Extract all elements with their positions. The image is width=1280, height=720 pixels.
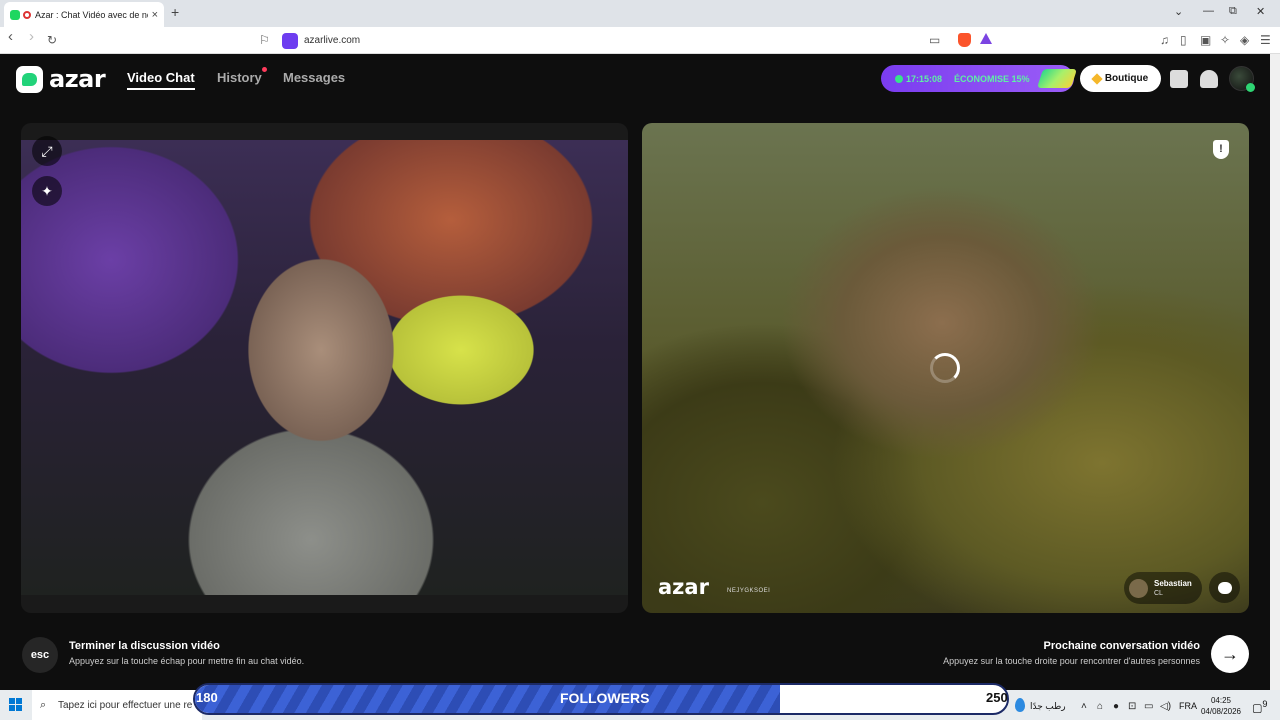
logo-text: azar xyxy=(49,65,106,93)
azar-watermark: azar xyxy=(658,575,709,599)
site-icon xyxy=(282,32,298,49)
bell-icon[interactable] xyxy=(1200,70,1218,88)
history-notification-dot xyxy=(261,67,267,72)
end-chat-button[interactable]: esc xyxy=(22,637,58,673)
page-scrollbar[interactable] xyxy=(1270,54,1280,690)
microphone-icon[interactable]: ● xyxy=(1113,701,1119,712)
meet-now-icon[interactable]: ⌂ xyxy=(1097,701,1103,712)
tab-title: Azar : Chat Vidéo avec de no xyxy=(35,9,148,20)
next-chat-title: Prochaine conversation vidéo xyxy=(1043,640,1201,652)
diamond-icon xyxy=(1091,72,1103,85)
end-chat-subtitle: Appuyez sur la touche échap pour mettre … xyxy=(69,656,305,666)
user-avatar[interactable] xyxy=(1229,66,1255,92)
reload-button[interactable]: ↻ xyxy=(47,33,57,47)
nav-history-label: History xyxy=(217,70,262,85)
close-window-button[interactable]: ✕ xyxy=(1256,5,1265,18)
menu-icon[interactable]: ☰ xyxy=(1260,33,1271,47)
sidebar-icon[interactable]: ▯ xyxy=(1180,33,1187,47)
report-shield-icon[interactable]: ! xyxy=(1213,140,1229,159)
end-chat-title: Terminer la discussion vidéo xyxy=(69,640,220,652)
peer-country: CL xyxy=(1154,589,1163,597)
wallet-icon[interactable]: ▣ xyxy=(1200,33,1211,47)
bookmark-icon[interactable]: ⚐ xyxy=(259,33,270,47)
promo-banner[interactable]: 17:15:08 ÉCONOMISE 15% xyxy=(881,65,1078,92)
new-tab-button[interactable]: + xyxy=(171,4,179,20)
notification-center-icon[interactable]: ▢9 xyxy=(1252,699,1268,715)
followers-label: FOLLOWERS xyxy=(560,690,650,706)
recording-icon xyxy=(23,10,31,19)
clock-icon xyxy=(895,74,903,83)
loading-spinner-icon xyxy=(930,353,960,383)
clock-date: 04/08/2026 xyxy=(1200,707,1242,716)
nav-history[interactable]: History xyxy=(217,67,267,85)
url-text: azarlive.com xyxy=(304,35,361,46)
azar-logo-icon xyxy=(16,65,43,93)
azar-app: azar Video Chat History Messages 17:15:0… xyxy=(0,54,1270,690)
weather-text: رطب جدًا xyxy=(1030,701,1066,711)
magic-wand-icon[interactable]: ✦ xyxy=(32,176,62,206)
followers-progress-fill xyxy=(195,685,780,713)
expand-icon[interactable]: ⤢ xyxy=(32,136,62,166)
clock-time: 04:25 xyxy=(1210,696,1232,705)
promo-text: ÉCONOMISE 15% xyxy=(954,73,1030,84)
chat-bubble-icon xyxy=(1217,581,1232,594)
tab-close-icon[interactable]: × xyxy=(152,9,158,21)
azar-logo[interactable]: azar xyxy=(16,65,106,93)
ai-assistant-icon[interactable]: ✧ xyxy=(1220,33,1230,47)
shop-button[interactable]: Boutique xyxy=(1080,65,1161,92)
maximize-button[interactable]: ⧉ xyxy=(1229,5,1237,18)
brave-shield-icon[interactable] xyxy=(958,33,971,47)
browser-tab-bar: Azar : Chat Vidéo avec de no × + ⌄ — ⧉ ✕ xyxy=(0,0,1280,27)
chat-button[interactable] xyxy=(1209,572,1240,603)
vpn-icon[interactable]: ◈ xyxy=(1240,33,1249,47)
music-icon[interactable]: ♫ xyxy=(1160,33,1169,47)
promo-timer: 17:15:08 xyxy=(906,73,943,84)
volume-icon[interactable]: ◁) xyxy=(1160,701,1171,712)
nav-video-chat[interactable]: Video Chat xyxy=(127,70,195,90)
back-button[interactable]: ‹ xyxy=(8,29,13,44)
avatar-badge xyxy=(1246,83,1255,92)
tray-chevron-icon[interactable]: ˄ xyxy=(1081,701,1087,712)
next-chat-button[interactable]: → xyxy=(1211,635,1249,673)
gem-icon xyxy=(1036,69,1078,88)
windows-start-icon[interactable] xyxy=(9,698,22,711)
minimize-button[interactable]: — xyxy=(1203,5,1214,17)
network-icon[interactable]: ⊡ xyxy=(1128,701,1136,712)
forward-button[interactable]: › xyxy=(29,29,34,44)
cast-icon[interactable]: ▭ xyxy=(929,33,940,47)
tab-search-chevron-icon[interactable]: ⌄ xyxy=(1174,5,1183,18)
inbox-icon[interactable] xyxy=(1170,70,1188,88)
peer-avatar xyxy=(1129,578,1148,598)
search-icon: ⌕ xyxy=(40,699,47,711)
next-chat-subtitle: Appuyez sur la touche droite pour rencon… xyxy=(943,656,1200,666)
shop-label: Boutique xyxy=(1104,73,1149,84)
peer-profile-chip[interactable]: Sebastian CL xyxy=(1124,572,1202,604)
notification-count: 9 xyxy=(1262,699,1268,709)
peer-name: Sebastian xyxy=(1154,578,1192,588)
azar-favicon-icon xyxy=(10,9,20,20)
taskbar-search[interactable]: ⌕ Tapez ici pour effectuer une re xyxy=(32,690,202,720)
battery-icon[interactable]: ▭ xyxy=(1144,701,1153,712)
weather-icon xyxy=(1015,698,1025,712)
browser-toolbar: ‹ › ↻ ⚐ azarlive.com ▭ ♫ ▯ ▣ ✧ ◈ ☰ xyxy=(0,27,1280,54)
local-camera-feed xyxy=(21,140,628,595)
system-clock[interactable]: 04:25 04/08/2026 xyxy=(1198,695,1244,717)
followers-goal-count: 250 xyxy=(986,690,1008,705)
nav-messages[interactable]: Messages xyxy=(283,70,345,85)
browser-tab[interactable]: Azar : Chat Vidéo avec de no × xyxy=(4,2,164,27)
remote-video-panel: ! azar NEJYGKSOEI Sebastian CL xyxy=(642,123,1249,613)
taskbar-search-placeholder: Tapez ici pour effectuer une re xyxy=(58,699,193,711)
local-video-panel: ⤢ ✦ xyxy=(21,123,628,613)
language-indicator[interactable]: FRA xyxy=(1179,701,1197,711)
followers-start-count: 180 xyxy=(196,690,218,705)
address-bar[interactable]: azarlive.com xyxy=(275,30,1001,51)
watermark-id: NEJYGKSOEI xyxy=(727,588,771,594)
brave-rewards-icon[interactable] xyxy=(980,33,992,44)
